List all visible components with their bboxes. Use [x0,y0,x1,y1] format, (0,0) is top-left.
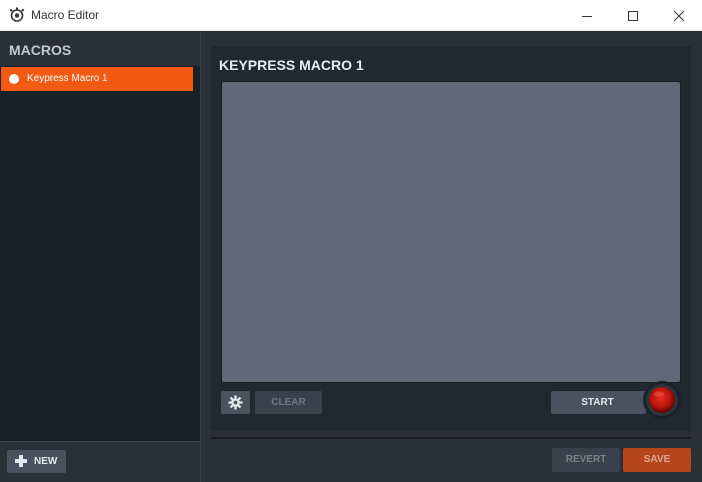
panel-divider [211,437,691,439]
settings-button[interactable] [221,391,250,414]
plus-icon [15,455,27,467]
title-bar: Macro Editor [0,0,702,31]
sidebar-title: MACROS [9,42,72,58]
revert-button[interactable]: REVERT [552,448,620,472]
gear-icon [228,395,243,410]
start-button-label: START [581,397,614,408]
sidebar-header: MACROS [0,31,200,66]
macros-sidebar: MACROS Keypress Macro 1 NEW [0,31,201,482]
save-button[interactable]: SAVE [623,448,691,472]
close-button[interactable] [656,0,702,31]
save-button-label: SAVE [643,454,671,465]
revert-button-label: REVERT [565,454,607,465]
record-button[interactable] [639,374,683,422]
macro-title: KEYPRESS MACRO 1 [219,57,364,73]
window-title: Macro Editor [31,8,100,22]
record-icon [643,381,681,419]
sidebar-footer: NEW [0,441,200,482]
app-icon [9,7,25,23]
minimize-button[interactable] [564,0,610,31]
macro-list-item[interactable]: Keypress Macro 1 [1,67,193,91]
macro-events-area[interactable] [221,81,681,383]
macro-editor-panel: KEYPRESS MACRO 1 CLEAR START [211,46,691,431]
clear-button[interactable]: CLEAR [255,391,322,414]
new-macro-button[interactable]: NEW [7,450,66,473]
clear-button-label: CLEAR [271,397,306,408]
selected-dot-icon [9,74,19,84]
macro-item-label: Keypress Macro 1 [27,73,108,84]
close-icon [673,10,685,21]
maximize-icon [628,10,638,21]
new-button-label: NEW [34,456,58,467]
start-recording-button[interactable]: START [551,391,646,414]
macro-editor-window: Macro Editor MACROS Keypress Macro 1 NEW… [0,0,702,482]
minimize-icon [582,15,592,17]
maximize-button[interactable] [610,0,656,31]
